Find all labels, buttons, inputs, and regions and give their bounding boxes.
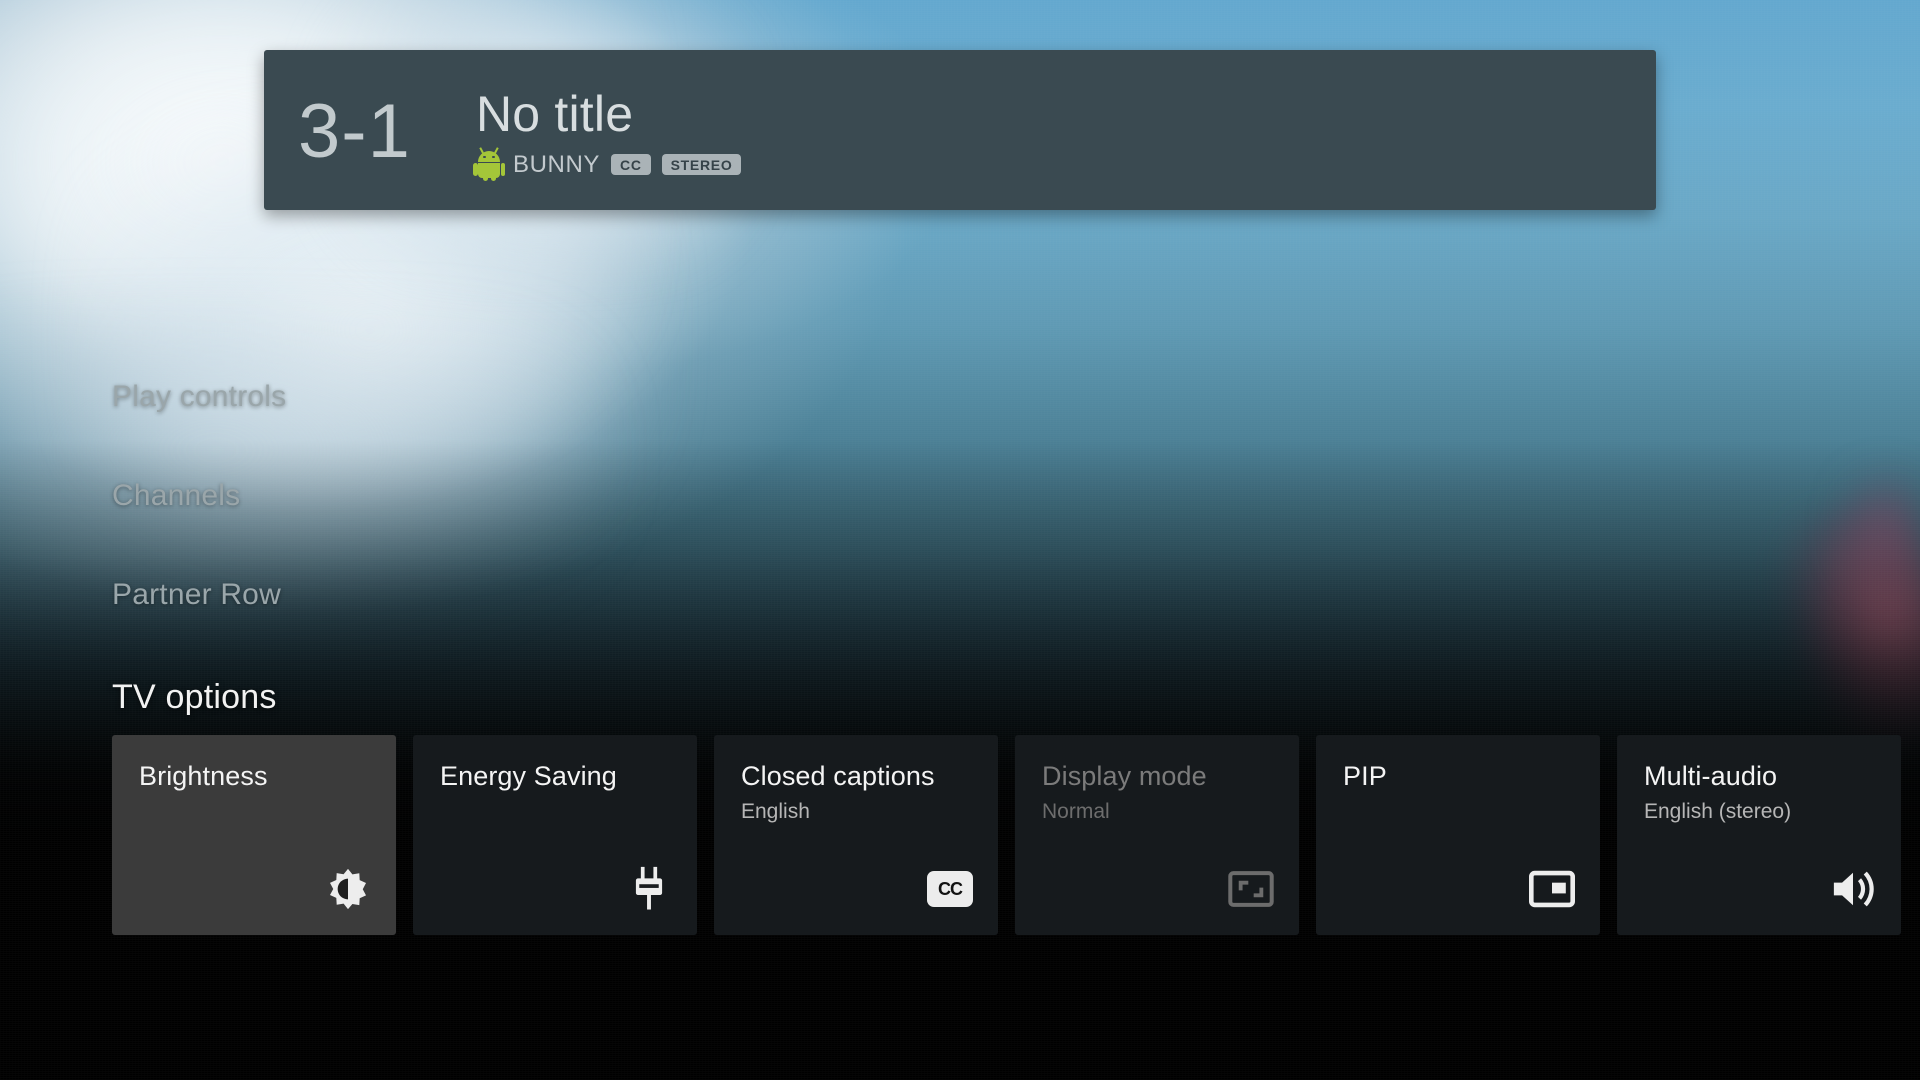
card-subtitle: English xyxy=(741,800,810,823)
tv-option-energy-saving[interactable]: Energy Saving xyxy=(413,735,697,935)
stereo-badge: STEREO xyxy=(661,154,742,175)
tv-option-closed-captions[interactable]: Closed captions English CC xyxy=(714,735,998,935)
card-title: Multi-audio xyxy=(1644,761,1778,791)
tv-option-display-mode[interactable]: Display mode Normal xyxy=(1015,735,1299,935)
menu-item-channels[interactable]: Channels xyxy=(112,479,286,513)
tv-menu-rows: Play controls Channels Partner Row xyxy=(112,380,286,677)
menu-item-play-controls[interactable]: Play controls xyxy=(112,380,286,414)
card-title: Brightness xyxy=(139,761,268,791)
program-metadata-row: BUNNY CC STEREO xyxy=(473,146,742,181)
card-title: Energy Saving xyxy=(440,761,617,791)
menu-item-partner-row[interactable]: Partner Row xyxy=(112,578,286,612)
card-subtitle: Normal xyxy=(1042,800,1110,823)
program-info: No title BUNNY CC STEREO xyxy=(473,50,742,181)
section-title-tv-options: TV options xyxy=(112,678,277,716)
card-title: PIP xyxy=(1343,761,1387,791)
cc-badge: CC xyxy=(611,154,651,175)
android-robot-icon xyxy=(473,146,505,181)
brightness-icon xyxy=(322,863,374,915)
card-title: Display mode xyxy=(1042,761,1207,791)
aspect-ratio-icon xyxy=(1225,863,1277,915)
program-title: No title xyxy=(476,86,634,142)
picture-in-picture-icon xyxy=(1526,863,1578,915)
tv-options-card-row: Brightness Energy Saving Closed captions… xyxy=(112,735,1901,935)
channel-number: 3-1 xyxy=(298,89,411,174)
tv-option-multi-audio[interactable]: Multi-audio English (stereo) xyxy=(1617,735,1901,935)
volume-up-icon xyxy=(1827,863,1879,915)
source-name: BUNNY xyxy=(513,150,601,178)
power-plug-icon xyxy=(623,863,675,915)
channel-info-banner: 3-1 No title BUNNY CC STEREO xyxy=(264,50,1656,210)
tv-option-brightness[interactable]: Brightness xyxy=(112,735,396,935)
tv-option-pip[interactable]: PIP xyxy=(1316,735,1600,935)
card-title: Closed captions xyxy=(741,761,935,791)
card-subtitle: English (stereo) xyxy=(1644,800,1792,823)
closed-caption-icon: CC xyxy=(924,863,976,915)
android-tv-screen: 3-1 No title BUNNY CC STEREO Play contro… xyxy=(0,0,1920,1080)
